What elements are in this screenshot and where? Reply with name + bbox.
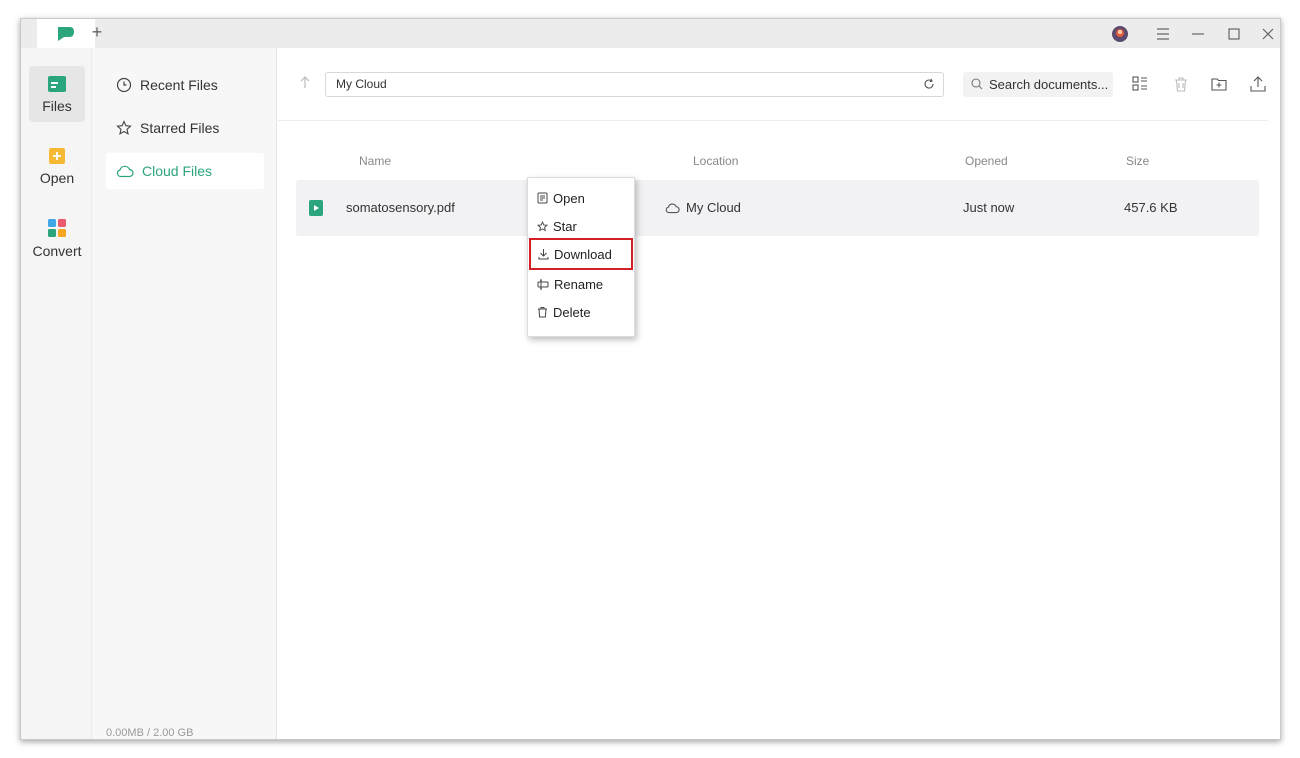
sidebar: Recent Files Starred Files Cloud Files 0… [91, 48, 277, 739]
sidebar-item-starred-files[interactable]: Starred Files [106, 110, 264, 146]
minimize-icon[interactable] [1187, 23, 1209, 45]
search-placeholder: Search documents... [989, 77, 1109, 92]
context-menu-star[interactable]: Star [528, 213, 634, 239]
path-bar[interactable]: My Cloud [325, 72, 944, 97]
context-menu: Open Star Download Rename Delete [527, 177, 635, 337]
context-menu-download[interactable]: Download [529, 238, 633, 270]
file-opened: Just now [963, 200, 1015, 215]
table-row[interactable]: somatosensory.pdf My Cloud Just now 457.… [296, 180, 1259, 236]
cloud-icon [665, 203, 680, 214]
rail-item-open[interactable]: Open [29, 138, 85, 194]
search-icon [971, 78, 983, 90]
close-icon[interactable] [1257, 23, 1279, 45]
sidebar-item-label: Starred Files [140, 120, 220, 136]
clock-icon [116, 77, 132, 93]
rail-label-open: Open [39, 169, 75, 186]
context-menu-delete[interactable]: Delete [528, 299, 634, 325]
up-arrow-icon[interactable] [298, 75, 314, 91]
context-menu-label: Star [553, 218, 577, 234]
search-input[interactable]: Search documents... [963, 72, 1113, 97]
sidebar-item-cloud-files[interactable]: Cloud Files [106, 153, 264, 189]
rail-item-files[interactable]: Files [29, 66, 85, 122]
path-text: My Cloud [336, 77, 387, 91]
menu-icon[interactable] [1152, 23, 1174, 45]
nav-rail: Files Open Convert [21, 48, 91, 739]
refresh-icon[interactable] [923, 78, 935, 90]
context-menu-label: Open [553, 190, 585, 206]
sidebar-item-recent-files[interactable]: Recent Files [106, 67, 264, 103]
open-icon [49, 147, 65, 164]
app-logo-icon [58, 26, 74, 41]
rail-item-convert[interactable]: Convert [29, 210, 85, 266]
file-location: My Cloud [686, 200, 741, 215]
new-folder-icon[interactable] [1210, 75, 1228, 93]
app-window: + Files Open Convert Recent Files Starre… [20, 18, 1281, 740]
column-header-name[interactable]: Name [359, 154, 391, 168]
view-toggle-icon[interactable] [1131, 75, 1149, 93]
storage-usage: 0.00MB / 2.00 GB [106, 727, 194, 739]
column-header-opened[interactable]: Opened [965, 154, 1008, 168]
main-panel: My Cloud Search documents... Name Locati… [278, 48, 1280, 739]
context-menu-open[interactable]: Open [528, 185, 634, 211]
context-menu-label: Download [554, 246, 612, 262]
title-bar: + [21, 19, 1280, 48]
upload-icon[interactable] [1249, 75, 1267, 93]
file-name: somatosensory.pdf [346, 200, 455, 215]
column-header-size[interactable]: Size [1126, 154, 1149, 168]
convert-icon [48, 218, 66, 237]
toolbar-divider [278, 120, 1268, 121]
pdf-file-icon [309, 200, 323, 216]
rail-label-convert: Convert [32, 242, 82, 259]
maximize-icon[interactable] [1223, 23, 1245, 45]
rail-label-files: Files [42, 97, 72, 114]
context-menu-rename[interactable]: Rename [528, 271, 634, 297]
context-menu-label: Delete [553, 304, 591, 320]
file-size: 457.6 KB [1124, 200, 1178, 215]
download-icon [538, 249, 549, 260]
sidebar-item-label: Recent Files [140, 77, 218, 93]
cloud-icon [116, 165, 134, 178]
files-icon [48, 75, 66, 92]
trash-icon [538, 307, 547, 318]
add-tab-button[interactable]: + [87, 22, 107, 42]
context-menu-label: Rename [554, 276, 604, 292]
star-icon [537, 220, 548, 231]
column-header-location[interactable]: Location [693, 154, 738, 168]
trash-icon[interactable] [1172, 75, 1190, 93]
rename-icon [537, 279, 549, 289]
avatar[interactable] [1109, 23, 1131, 45]
sidebar-item-label: Cloud Files [142, 163, 213, 179]
star-icon [116, 120, 132, 135]
open-file-icon [537, 192, 548, 204]
